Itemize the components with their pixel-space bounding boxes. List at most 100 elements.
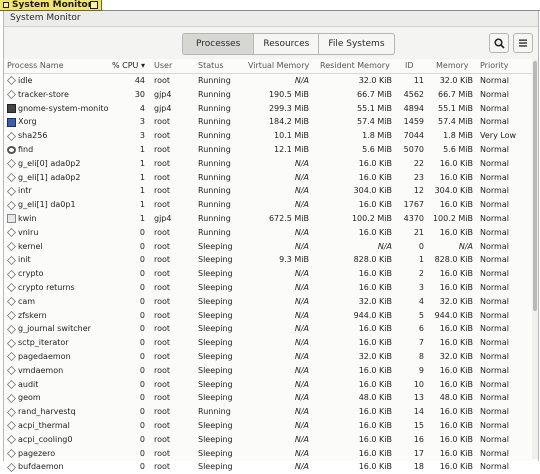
table-row[interactable]: crypto returns 0 root Sleeping N/A 16.0 KiB 3 1… — [4, 281, 538, 295]
status-cell: Running — [198, 144, 231, 154]
process-icon — [7, 269, 16, 279]
table-row[interactable]: find 1 root Running 12.1 MiB 5.6 MiB 5070 5.6 M… — [4, 143, 538, 157]
memory-cell: 828.0 KiB — [434, 255, 473, 265]
id-cell: 2 — [418, 269, 424, 279]
table-row[interactable]: g_eli[1] ada0p2 1 root Running N/A 16.0 KiB 23… — [4, 171, 538, 185]
window-titlebar[interactable]: System Monitor — [4, 11, 538, 27]
cpu-cell: 1 — [139, 172, 145, 182]
memory-cell: 16.0 KiB — [439, 324, 473, 334]
status-cell: Sleeping — [198, 420, 233, 430]
table-row[interactable]: cam 0 root Sleeping N/A 32.0 KiB 4 32.0 KiB Norm… — [4, 295, 538, 309]
process-name-cell: acpi_thermal — [4, 419, 108, 433]
process-name-cell: tracker-store — [4, 88, 108, 102]
process-name-cell: bufdaemon — [4, 460, 108, 474]
status-cell: Sleeping — [198, 269, 233, 279]
table-row[interactable]: acpi_thermal 0 root Sleeping N/A 16.0 KiB 15 16… — [4, 419, 538, 433]
process-name-cell: intr — [4, 184, 108, 198]
memory-cell: 32.0 KiB — [439, 296, 473, 306]
wm-zoom-icon[interactable] — [90, 1, 98, 9]
process-icon — [7, 131, 16, 141]
view-switcher: Processes Resources File Systems — [182, 33, 395, 55]
scrollbar-thumb[interactable] — [533, 61, 537, 311]
table-row[interactable]: idle 44 root Running N/A 32.0 KiB 11 32.0 KiB No… — [4, 74, 538, 88]
status-cell: Sleeping — [198, 324, 233, 334]
table-row[interactable]: vnlru 0 root Running N/A 16.0 KiB 21 16.0 KiB No… — [4, 226, 538, 240]
table-row[interactable]: init 0 root Sleeping 9.3 MiB 828.0 KiB 1 828.0 … — [4, 253, 538, 267]
process-icon — [7, 393, 16, 403]
virtual-memory-cell: N/A — [294, 172, 309, 182]
table-row[interactable]: g_eli[0] ada0p2 1 root Running N/A 16.0 KiB 22… — [4, 157, 538, 171]
table-row[interactable]: gnome-system-monitor 4 gjp4 Running 299.3 Mi… — [4, 102, 538, 116]
column-header-cpu[interactable]: % CPU ▾ — [108, 59, 148, 73]
table-row[interactable]: geom 0 root Sleeping N/A 48.0 KiB 13 48.0 KiB No… — [4, 391, 538, 405]
cpu-cell: 0 — [139, 462, 145, 472]
process-icon — [7, 228, 16, 238]
cpu-cell: 0 — [139, 296, 145, 306]
column-header-resident-memory[interactable]: Resident Memory — [312, 59, 395, 73]
cpu-cell: 1 — [139, 144, 145, 154]
wm-title-tab[interactable]: System Monitor — [0, 0, 102, 11]
user-cell: root — [154, 407, 171, 417]
table-row[interactable]: rand_harvestq 0 root Running N/A 16.0 KiB 14 16… — [4, 405, 538, 419]
user-cell: root — [154, 365, 171, 375]
user-cell: root — [154, 241, 171, 251]
virtual-memory-cell: N/A — [294, 310, 309, 320]
table-row[interactable]: pagezero 0 root Sleeping N/A 16.0 KiB 17 16.0 K… — [4, 447, 538, 461]
table-row[interactable]: tracker-store 30 gjp4 Running 190.5 MiB 66.7 … — [4, 88, 538, 102]
user-cell: gjp4 — [154, 213, 172, 223]
user-cell: root — [154, 282, 171, 292]
table-row[interactable]: bufdaemon 0 root Sleeping N/A 16.0 KiB 18 16.0 … — [4, 460, 538, 474]
status-cell: Sleeping — [198, 393, 233, 403]
tab-resources[interactable]: Resources — [253, 34, 318, 54]
search-button[interactable] — [489, 33, 509, 53]
column-header-id[interactable]: ID — [395, 59, 427, 73]
table-body: idle 44 root Running N/A 32.0 KiB 11 32.0 KiB No… — [4, 74, 538, 474]
column-header-virtual-memory[interactable]: Virtual Memory — [241, 59, 312, 73]
process-table: Process Name % CPU ▾ User Status Virtual… — [4, 59, 538, 474]
table-row[interactable]: acpi_cooling0 0 root Sleeping N/A 16.0 KiB 16 1… — [4, 433, 538, 447]
process-icon — [7, 283, 16, 293]
table-row[interactable]: Xorg 3 root Running 184.2 MiB 57.4 MiB 1459 57.… — [4, 115, 538, 129]
status-cell: Sleeping — [198, 310, 233, 320]
virtual-memory-cell: 184.2 MiB — [268, 117, 309, 127]
table-row[interactable]: vmdaemon 0 root Sleeping N/A 16.0 KiB 9 16.0 Ki… — [4, 364, 538, 378]
table-row[interactable]: g_journal switcher 0 root Sleeping N/A 16.0 K… — [4, 322, 538, 336]
column-header-status[interactable]: Status — [193, 59, 241, 73]
table-row[interactable]: sctp_iterator 0 root Sleeping N/A 16.0 KiB 7 16… — [4, 336, 538, 350]
process-name-cell: init — [4, 253, 108, 267]
table-row[interactable]: g_eli[1] da0p1 1 root Running N/A 16.0 KiB 176… — [4, 198, 538, 212]
column-header-process-name[interactable]: Process Name — [4, 59, 108, 73]
status-cell: Running — [198, 103, 231, 113]
table-row[interactable]: kwin 1 gjp4 Running 672.5 MiB 100.2 MiB 4370 10… — [4, 212, 538, 226]
column-header-priority[interactable]: Priority — [476, 59, 528, 73]
cpu-cell: 0 — [139, 379, 145, 389]
table-row[interactable]: crypto 0 root Sleeping N/A 16.0 KiB 2 16.0 KiB N… — [4, 267, 538, 281]
table-row[interactable]: kernel 0 root Sleeping N/A N/A 0 N/A Normal — [4, 240, 538, 254]
process-name-cell: idle — [4, 74, 108, 88]
resident-memory-cell: 1.8 MiB — [362, 131, 392, 141]
table-row[interactable]: intr 1 root Running N/A 304.0 KiB 12 304.0 KiB N… — [4, 184, 538, 198]
tab-file-systems[interactable]: File Systems — [318, 34, 393, 54]
process-name-cell: geom — [4, 391, 108, 405]
status-cell: Sleeping — [198, 338, 233, 348]
resident-memory-cell: 16.0 KiB — [358, 407, 392, 417]
id-cell: 4562 — [403, 89, 424, 99]
menu-button[interactable] — [513, 33, 533, 53]
vertical-scrollbar[interactable] — [532, 59, 538, 459]
wm-close-icon[interactable] — [3, 2, 9, 8]
column-header-user[interactable]: User — [148, 59, 193, 73]
column-header-memory[interactable]: Memory — [427, 59, 476, 73]
tab-processes[interactable]: Processes — [183, 34, 254, 54]
table-row[interactable]: zfskern 0 root Sleeping N/A 944.0 KiB 5 944.0 K… — [4, 309, 538, 323]
memory-cell: 5.6 MiB — [443, 144, 473, 154]
priority-cell: Normal — [480, 158, 509, 168]
table-row[interactable]: pagedaemon 0 root Sleeping N/A 32.0 KiB 8 32.0 … — [4, 350, 538, 364]
process-name: crypto returns — [18, 282, 75, 292]
priority-cell: Normal — [480, 103, 509, 113]
process-name-cell: kwin — [4, 212, 108, 226]
status-cell: Sleeping — [198, 282, 233, 292]
table-row[interactable]: sha256 3 root Running 10.1 MiB 1.8 MiB 7044 1.8… — [4, 129, 538, 143]
process-name-cell: crypto returns — [4, 281, 108, 295]
user-cell: root — [154, 76, 171, 85]
table-row[interactable]: audit 0 root Sleeping N/A 16.0 KiB 10 16.0 KiB N… — [4, 378, 538, 392]
